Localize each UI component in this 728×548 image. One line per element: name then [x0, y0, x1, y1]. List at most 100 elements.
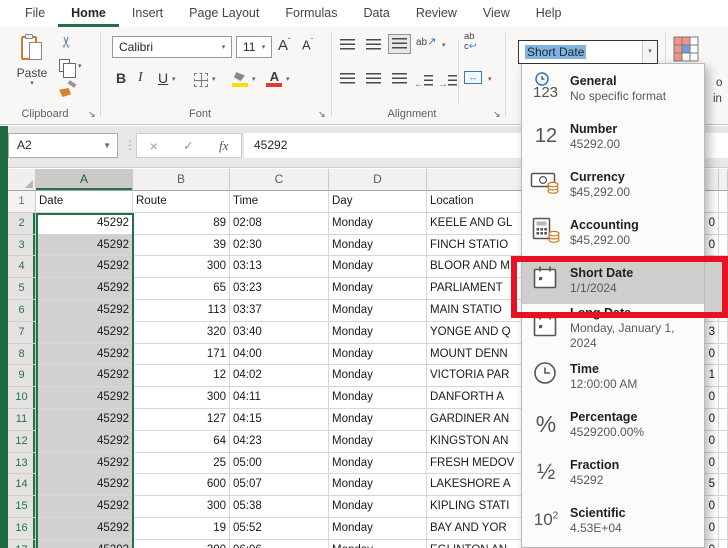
borders-chevron-icon[interactable]: ▾ [212, 76, 216, 84]
cell-route[interactable]: 19 [133, 517, 230, 540]
row-header-16[interactable]: 16 [8, 517, 36, 540]
fill-color-icon[interactable] [232, 71, 249, 88]
cell[interactable] [719, 496, 728, 518]
italic-button[interactable]: I [138, 70, 143, 86]
cell-date[interactable]: 45292 [36, 430, 133, 453]
number-format-combobox[interactable]: Short Date ▾ [518, 40, 658, 64]
row-header-2[interactable]: 2 [8, 212, 36, 235]
tab-file[interactable]: File [12, 0, 58, 27]
underline-button[interactable]: U [158, 70, 168, 86]
cell-day[interactable]: Monday [329, 299, 427, 322]
underline-chevron-icon[interactable]: ▾ [172, 76, 176, 84]
orientation-chevron-icon[interactable]: ▾ [442, 42, 446, 50]
row-header-6[interactable]: 6 [8, 299, 36, 322]
cell-date[interactable]: 45292 [36, 321, 133, 344]
cell-day[interactable]: Monday [329, 212, 427, 235]
increase-indent-icon[interactable]: → [438, 75, 457, 90]
column-header-sliver[interactable] [719, 169, 728, 191]
cell[interactable] [719, 191, 728, 213]
paste-button[interactable]: Paste ▾ [12, 32, 52, 104]
cell-day[interactable]: Monday [329, 408, 427, 431]
cell-route[interactable]: 600 [133, 474, 230, 497]
cell-clipped[interactable]: 5 [705, 474, 719, 497]
row-header-9[interactable]: 9 [8, 365, 36, 388]
cell-time[interactable]: 03:37 [230, 299, 329, 322]
column-header-b[interactable]: B [133, 169, 230, 191]
tab-help[interactable]: Help [523, 0, 575, 27]
enter-icon[interactable]: ✓ [183, 138, 194, 154]
cell-day[interactable]: Monday [329, 517, 427, 540]
cell-route[interactable]: 89 [133, 212, 230, 235]
cell[interactable] [719, 387, 728, 409]
cell-day[interactable]: Monday [329, 430, 427, 453]
cell-day[interactable]: Monday [329, 343, 427, 366]
cell-date[interactable]: 45292 [36, 517, 133, 540]
cell-clipped[interactable]: 3 [705, 321, 719, 344]
wrap-text-icon[interactable]: ab c↩ [464, 32, 477, 52]
decrease-indent-icon[interactable]: ← [414, 75, 433, 90]
row-header-13[interactable]: 13 [8, 452, 36, 475]
orientation-icon[interactable]: ab↗ [416, 35, 436, 48]
formula-bar-handle[interactable]: ⋮ [124, 138, 136, 152]
tab-review[interactable]: Review [403, 0, 470, 27]
row-header-8[interactable]: 8 [8, 343, 36, 366]
font-size-chevron-icon[interactable]: ▾ [256, 43, 271, 51]
column-header-d[interactable]: D [329, 169, 427, 191]
insert-function-icon[interactable]: fx [219, 138, 228, 154]
menu-item-currency[interactable]: Currency $45,292.00 [522, 160, 704, 208]
row-header-4[interactable]: 4 [8, 256, 36, 279]
cell[interactable] [719, 517, 728, 540]
cell-time[interactable]: 04:11 [230, 387, 329, 409]
tab-formulas[interactable]: Formulas [272, 0, 350, 27]
font-color-chevron-icon[interactable]: ▾ [286, 76, 290, 84]
cell[interactable] [719, 430, 728, 453]
cell-date[interactable]: 45292 [36, 387, 133, 409]
row-header-14[interactable]: 14 [8, 474, 36, 497]
cell-date[interactable]: 45292 [36, 234, 133, 257]
conditional-formatting-icon[interactable] [673, 36, 700, 63]
cell-route[interactable]: 320 [133, 321, 230, 344]
cell-route[interactable]: 65 [133, 278, 230, 300]
menu-item-fraction[interactable]: ½ Fraction 45292 [522, 448, 704, 496]
menu-item-time[interactable]: Time 12:00:00 AM [522, 352, 704, 400]
cell-clipped[interactable]: 0 [705, 539, 719, 548]
cell-header-time[interactable]: Time [230, 191, 329, 213]
cancel-icon[interactable]: × [150, 138, 158, 154]
cell-route[interactable]: 25 [133, 452, 230, 475]
format-painter-icon[interactable] [59, 80, 77, 98]
cell-date[interactable]: 45292 [36, 408, 133, 431]
borders-icon[interactable] [194, 73, 208, 87]
cell-clipped[interactable]: 0 [705, 234, 719, 257]
font-dialog-launcher-icon[interactable]: ↘ [318, 109, 326, 120]
tab-insert[interactable]: Insert [119, 0, 176, 27]
cell-time[interactable]: 03:13 [230, 256, 329, 279]
cell-route[interactable]: 300 [133, 387, 230, 409]
tab-view[interactable]: View [470, 0, 523, 27]
cell[interactable] [719, 452, 728, 475]
cell-route[interactable]: 127 [133, 408, 230, 431]
column-header-sliver[interactable] [705, 169, 719, 191]
cell-route[interactable]: 64 [133, 430, 230, 453]
column-header-a[interactable]: A [36, 169, 133, 191]
paste-chevron-icon[interactable]: ▾ [12, 80, 52, 88]
cell-day[interactable]: Monday [329, 278, 427, 300]
tab-data[interactable]: Data [350, 0, 402, 27]
cell-date[interactable]: 45292 [36, 278, 133, 300]
font-color-icon[interactable]: A [266, 69, 283, 88]
cell-clipped[interactable]: 0 [705, 343, 719, 366]
cell[interactable] [719, 212, 728, 235]
cell-time[interactable]: 04:15 [230, 408, 329, 431]
cell-date[interactable]: 45292 [36, 343, 133, 366]
row-header-17[interactable]: 17 [8, 539, 36, 548]
cell-day[interactable]: Monday [329, 256, 427, 279]
row-header-11[interactable]: 11 [8, 408, 36, 431]
font-name-combobox[interactable]: Calibri ▾ [112, 36, 232, 58]
merge-center-chevron-icon[interactable]: ▾ [488, 76, 492, 84]
cell-day[interactable]: Monday [329, 387, 427, 409]
row-header-3[interactable]: 3 [8, 234, 36, 257]
row-header-7[interactable]: 7 [8, 321, 36, 344]
align-left-icon[interactable] [340, 72, 355, 90]
cell-clipped[interactable]: 0 [705, 387, 719, 409]
cell[interactable] [719, 539, 728, 548]
bottom-align-icon[interactable] [388, 34, 411, 54]
